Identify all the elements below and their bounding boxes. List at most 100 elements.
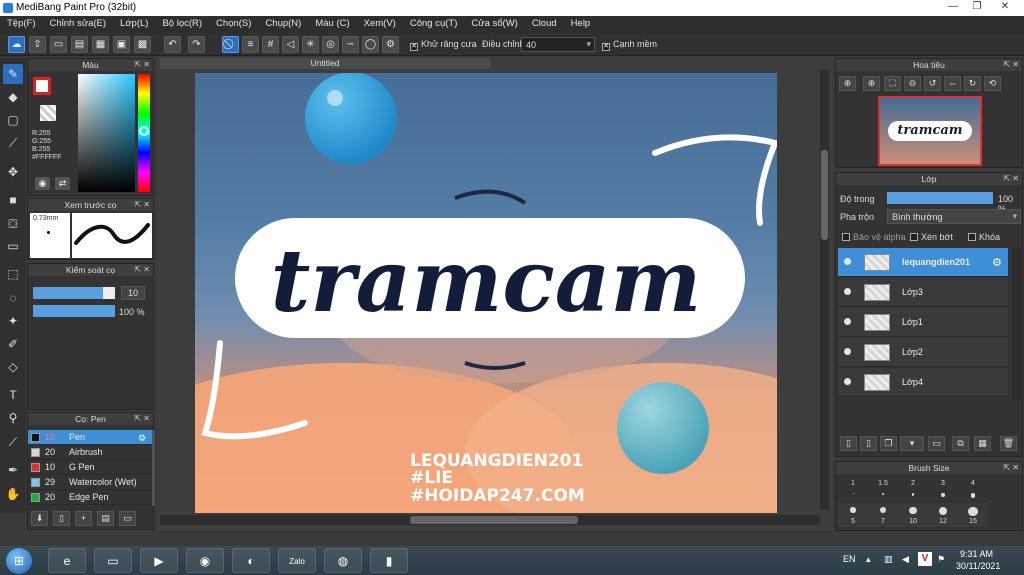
brush-item[interactable]: 20 Airbrush — [28, 445, 152, 460]
rotate-left-icon[interactable]: ↺ — [924, 76, 941, 91]
brush-item[interactable]: 29 Watercolor (Wet) — [28, 475, 152, 490]
menu-help[interactable]: Help — [564, 16, 598, 29]
tray-arrow-icon[interactable]: ▴ — [866, 554, 871, 565]
navigator-preview[interactable]: tramcam — [878, 96, 982, 166]
select-pen-tool-icon[interactable]: ✐ — [3, 334, 23, 354]
grid-icon[interactable]: ▩ — [134, 36, 151, 53]
canvas-vertical-scrollbar[interactable] — [820, 70, 829, 510]
zoom-out-icon[interactable]: ⊖ — [904, 76, 921, 91]
hue-handle[interactable] — [139, 126, 149, 136]
brush-tool-icon[interactable]: ✎ — [3, 64, 23, 84]
layer-row[interactable]: lequangdien201 ⚙ — [838, 248, 1008, 277]
language-indicator[interactable]: EN — [843, 554, 856, 564]
cloud-icon[interactable]: ☁ — [8, 36, 25, 53]
hue-slider[interactable] — [138, 74, 150, 192]
menu-tools[interactable]: Công cụ(T) — [403, 16, 465, 29]
minimize-icon[interactable]: — — [944, 0, 962, 14]
layer-row[interactable]: Lớp1 — [838, 308, 1008, 337]
start-button[interactable]: ⊞ — [6, 548, 32, 574]
menu-window[interactable]: Cửa sổ(W) — [464, 16, 524, 29]
brush-size-cell[interactable]: 7 — [868, 503, 898, 527]
gear-icon[interactable]: ⚙ — [138, 433, 147, 443]
share-icon[interactable]: ⇪ — [29, 36, 46, 53]
brush-size-cell[interactable]: 5 — [838, 503, 868, 527]
menu-view[interactable]: Xem(V) — [357, 16, 403, 29]
brush-size-slider[interactable] — [33, 287, 115, 299]
horizontal-scroll-thumb[interactable] — [410, 516, 578, 524]
artwork-canvas[interactable]: tramcam LEQUANGDIEN201 #LIE #HOIDAP247.C… — [195, 73, 777, 513]
redo-icon[interactable]: ↷ — [188, 36, 205, 53]
layer-row[interactable]: Lớp3 — [838, 278, 1008, 307]
blend-mode-dropdown[interactable]: Bình thường ▾ — [887, 209, 1021, 224]
magic-wand-tool-icon[interactable]: ✦ — [3, 311, 23, 331]
brush-size-cell[interactable]: 12 — [928, 503, 958, 527]
add-brush-icon[interactable]: + — [75, 511, 92, 526]
swap-color-icon[interactable]: ⇄ — [55, 177, 70, 190]
template-icon[interactable]: ▣ — [113, 36, 130, 53]
media-icon[interactable]: ▶ — [140, 548, 178, 573]
vertical-scroll-thumb[interactable] — [821, 150, 828, 240]
close-icon[interactable]: ⇱ ✕ — [134, 199, 150, 211]
layer-opacity-slider[interactable] — [887, 192, 993, 204]
menu-edit[interactable]: Chỉnh sửa(E) — [43, 16, 114, 29]
brush-size-cell[interactable]: 4 — [958, 478, 988, 502]
line-tool-icon[interactable]: ⟋ — [3, 133, 23, 153]
brush-size-cell[interactable]: 3 — [928, 478, 958, 502]
protect-alpha-checkbox[interactable]: Bảo vệ alpha — [842, 232, 906, 242]
eyedropper-tool-icon[interactable]: ⟋ — [3, 432, 23, 452]
dropper-tool-icon[interactable]: ✒ — [3, 460, 23, 480]
new-layer-icon[interactable]: ▯ — [840, 436, 857, 451]
brush-size-cell[interactable]: 10 — [898, 503, 928, 527]
download-brush-icon[interactable]: ⬇ — [31, 511, 48, 526]
text-tool-icon[interactable]: T — [3, 385, 23, 405]
medibang-icon[interactable]: ◍ — [324, 548, 362, 573]
palette-icon[interactable]: ◉ — [35, 177, 50, 190]
primary-color-swatch[interactable] — [33, 77, 51, 95]
menu-select[interactable]: Chọn(S) — [209, 16, 258, 29]
brush-settings-icon[interactable]: ▤ — [97, 511, 114, 526]
close-icon[interactable]: ⇱ ✕ — [1003, 173, 1019, 185]
eye-icon[interactable] — [844, 288, 851, 295]
brush-size-value[interactable]: 10 — [121, 286, 145, 300]
smooth-checkbox[interactable]: ✕ Cạnh mềm — [602, 39, 657, 51]
explorer-icon[interactable]: ▭ — [94, 548, 132, 573]
lock-checkbox[interactable]: Khóa — [968, 232, 1000, 242]
reset-view-icon[interactable]: ⟲ — [984, 76, 1001, 91]
grid-snap-icon[interactable]: # — [262, 36, 279, 53]
brush-size-cell[interactable]: 15 — [958, 503, 988, 527]
divide-tool-icon[interactable]: ⚲ — [3, 408, 23, 428]
brush-item[interactable]: 20 Edge Pen — [28, 490, 152, 505]
folder-icon[interactable]: ▭ — [119, 511, 136, 526]
ie-icon[interactable]: e — [48, 548, 86, 573]
speaker-icon[interactable]: ◀ — [902, 554, 909, 565]
menu-snap[interactable]: Chụp(N) — [258, 16, 308, 29]
move-tool-icon[interactable]: ✥ — [3, 162, 23, 182]
add-layer-menu-icon[interactable]: ▾ — [900, 436, 924, 451]
brush-size-cell[interactable]: 2 — [898, 478, 928, 502]
unikey-icon[interactable]: V — [918, 552, 932, 566]
new-layer-alt-icon[interactable]: ▯ — [860, 436, 877, 451]
brush-size-cell[interactable]: 1.5 — [868, 478, 898, 502]
eye-icon[interactable] — [844, 258, 851, 265]
page-icon[interactable]: ▦ — [92, 36, 109, 53]
close-icon[interactable]: ⇱ ✕ — [134, 264, 150, 276]
fill-rect-tool-icon[interactable]: ■ — [3, 190, 23, 210]
antialias-checkbox[interactable]: ✕ Khử răng cưa — [410, 39, 477, 51]
flag-icon[interactable]: ⚑ — [937, 554, 945, 565]
adjust-dropdown[interactable]: 40 ▾ — [521, 37, 595, 52]
new-brush-icon[interactable]: ▯ — [53, 511, 70, 526]
bucket-tool-icon[interactable]: ⛋ — [3, 214, 23, 234]
circle-snap-icon[interactable]: ◎ — [322, 36, 339, 53]
close-icon[interactable]: ⇱ ✕ — [134, 59, 150, 71]
flip-icon[interactable]: ⇔ — [944, 76, 961, 91]
layer-settings-icon[interactable]: ▦ — [974, 436, 991, 451]
curve-snap-icon[interactable]: ∽ — [342, 36, 359, 53]
fit-icon[interactable]: ⛶ — [884, 76, 901, 91]
rotate-right-icon[interactable]: ↻ — [964, 76, 981, 91]
select-rect-tool-icon[interactable]: ⬚ — [3, 264, 23, 284]
layer-folder-icon[interactable]: ▭ — [928, 436, 945, 451]
delete-layer-icon[interactable]: 🗑 — [1000, 436, 1017, 451]
radial-snap-icon[interactable]: ✳ — [302, 36, 319, 53]
layer-list-scrollbar[interactable] — [1011, 248, 1021, 400]
duplicate-layer-icon[interactable]: ❐ — [880, 436, 897, 451]
